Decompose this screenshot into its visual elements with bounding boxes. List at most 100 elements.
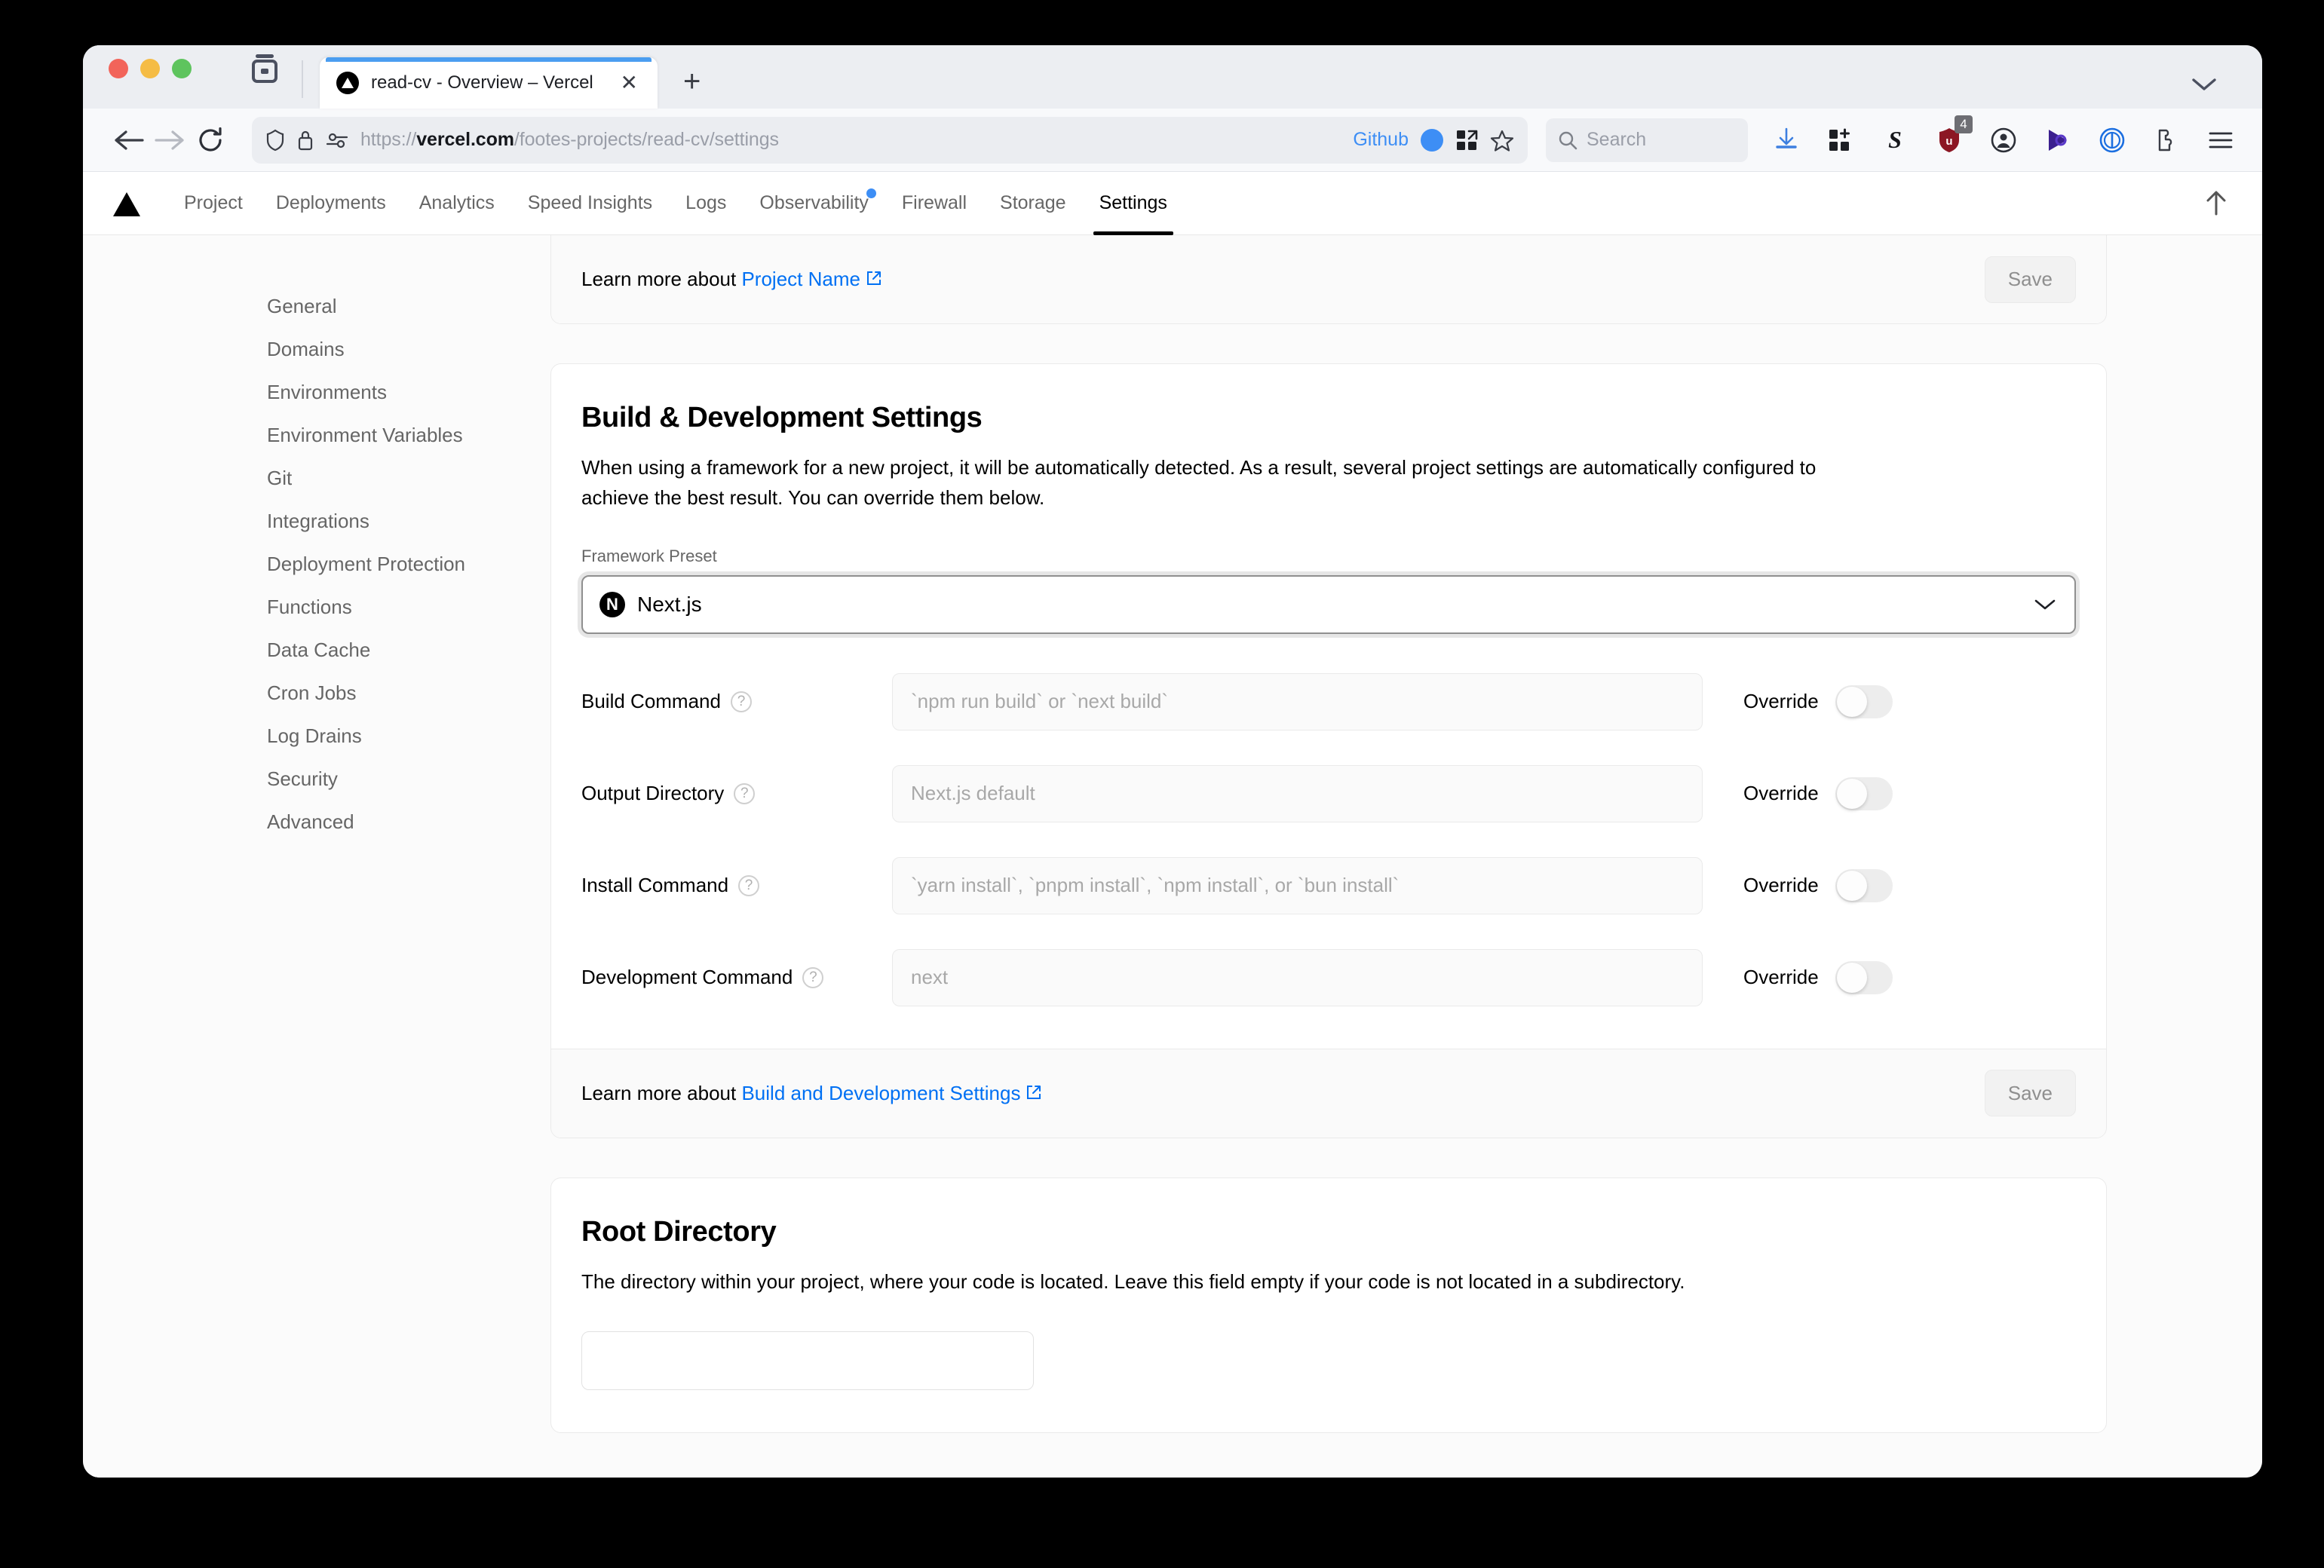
sidebar-item-label: Domains <box>267 338 345 360</box>
nav-item-settings[interactable]: Settings <box>1083 172 1184 235</box>
development-command-label-text: Development Command <box>581 966 793 989</box>
vercel-logo-icon[interactable] <box>113 191 140 216</box>
nav-item-deployments[interactable]: Deployments <box>259 172 403 235</box>
help-icon[interactable]: ? <box>738 874 760 896</box>
framework-preset-label: Framework Preset <box>581 546 717 565</box>
menu-icon[interactable] <box>2205 124 2237 156</box>
circle-icon[interactable] <box>2096 124 2128 156</box>
output-directory-override-toggle[interactable] <box>1835 776 1893 810</box>
sidebar-item-label: Deployment Protection <box>267 553 466 575</box>
sidebar-item-environment-variables[interactable]: Environment Variables <box>83 414 550 457</box>
sidebar-item-label: Integrations <box>267 510 369 532</box>
nav-item-observability[interactable]: Observability <box>743 172 885 235</box>
svg-text:u: u <box>1945 135 1952 148</box>
sidebar-item-label: Functions <box>267 596 352 618</box>
lock-icon[interactable] <box>297 129 314 152</box>
framework-preset-select[interactable]: N Next.js <box>581 574 2076 634</box>
puzzle-icon[interactable] <box>2151 124 2182 156</box>
sidebar-item-git[interactable]: Git <box>83 457 550 500</box>
extensions-grid-icon[interactable] <box>1825 124 1856 156</box>
sidebar-item-advanced[interactable]: Advanced <box>83 801 550 844</box>
build-command-input[interactable]: `npm run build` or `next build` <box>892 672 1703 730</box>
nav-item-project[interactable]: Project <box>167 172 259 235</box>
shield-tracking-icon[interactable] <box>265 129 285 152</box>
chevron-down-icon[interactable] <box>2191 77 2217 92</box>
project-name-doc-link[interactable]: Project Name <box>741 268 860 290</box>
project-name-save-button[interactable]: Save <box>1984 256 2076 303</box>
github-badge-label[interactable]: Github <box>1353 129 1409 151</box>
nav-item-firewall[interactable]: Firewall <box>885 172 983 235</box>
nav-item-label: Settings <box>1099 192 1167 213</box>
install-command-label-text: Install Command <box>581 874 729 897</box>
help-icon[interactable]: ? <box>730 691 752 712</box>
stripe-s-icon[interactable]: S <box>1879 124 1911 156</box>
build-save-button[interactable]: Save <box>1984 1070 2076 1117</box>
nav-item-storage[interactable]: Storage <box>983 172 1083 235</box>
root-directory-card-body: Root Directory The directory within your… <box>551 1178 2106 1432</box>
nav-item-label: Analytics <box>419 192 495 213</box>
output-directory-input[interactable]: Next.js default <box>892 764 1703 822</box>
development-command-input[interactable]: next <box>892 948 1703 1006</box>
vercel-project-nav: Project Deployments Analytics Speed Insight… <box>83 172 2262 235</box>
downloads-icon[interactable] <box>1771 124 1802 156</box>
nav-item-speed-insights[interactable]: Speed Insights <box>511 172 669 235</box>
help-icon[interactable]: ? <box>802 966 824 988</box>
sidebar-toggle-icon <box>250 54 279 84</box>
install-command-override-toggle[interactable] <box>1835 868 1893 902</box>
window-traffic-lights <box>109 45 192 109</box>
sidebar-item-label: Data Cache <box>267 639 371 661</box>
sidebar-item-domains[interactable]: Domains <box>83 328 550 371</box>
close-tab-button[interactable]: ✕ <box>616 69 642 96</box>
scroll-to-top-button[interactable] <box>2196 183 2237 224</box>
vercel-favicon-icon <box>336 72 359 94</box>
sidebar-item-cron-jobs[interactable]: Cron Jobs <box>83 672 550 715</box>
chevron-down-icon[interactable] <box>2034 598 2056 611</box>
github-badge-dot[interactable] <box>1421 128 1443 152</box>
help-icon[interactable]: ? <box>734 782 756 804</box>
build-footer-prefix: Learn more about <box>581 1081 742 1104</box>
tab-title: read-cv - Overview – Vercel <box>371 72 593 93</box>
sidebar-item-log-drains[interactable]: Log Drains <box>83 715 550 758</box>
account-icon[interactable] <box>1988 124 2019 156</box>
stripe-s-letter: S <box>1888 126 1902 153</box>
extension-popout-icon[interactable] <box>1455 129 1478 152</box>
sidebar-item-data-cache[interactable]: Data Cache <box>83 629 550 672</box>
shield-blocker-badge: 4 <box>1955 115 1973 133</box>
build-command-override-toggle[interactable] <box>1835 684 1893 718</box>
sidebar-toggle-button[interactable] <box>250 45 279 109</box>
minimize-window-button[interactable] <box>140 59 160 78</box>
output-directory-override: Override <box>1743 776 1893 810</box>
address-bar[interactable]: https://vercel.com/footes-projects/read-… <box>252 116 1528 164</box>
settings-page-body: General Domains Environments Environment Va… <box>83 235 2262 1478</box>
sidebar-item-deployment-protection[interactable]: Deployment Protection <box>83 543 550 586</box>
nav-item-logs[interactable]: Logs <box>669 172 743 235</box>
sidebar-item-security[interactable]: Security <box>83 758 550 801</box>
sidebar-item-functions[interactable]: Functions <box>83 586 550 629</box>
form-row-output-directory: Output Directory? Next.js default Override <box>581 764 2076 822</box>
sidebar-item-integrations[interactable]: Integrations <box>83 500 550 543</box>
bookmark-star-icon[interactable] <box>1490 129 1514 152</box>
site-settings-icon[interactable] <box>326 131 348 149</box>
build-development-settings-card: Build & Development Settings When using … <box>550 363 2107 1138</box>
output-directory-label: Output Directory? <box>581 782 892 805</box>
sidebar-item-environments[interactable]: Environments <box>83 371 550 414</box>
install-command-input[interactable]: `yarn install`, `pnpm install`, `npm ins… <box>892 856 1703 914</box>
search-input[interactable]: Search <box>1546 118 1748 162</box>
build-doc-link[interactable]: Build and Development Settings <box>741 1082 1020 1104</box>
nav-item-analytics[interactable]: Analytics <box>403 172 511 235</box>
toggle-knob <box>1836 962 1867 993</box>
settings-sidebar: General Domains Environments Environment Va… <box>83 235 550 1478</box>
sidebar-item-general[interactable]: General <box>83 285 550 328</box>
play-icon[interactable] <box>2042 124 2074 156</box>
reload-button[interactable] <box>190 120 231 161</box>
back-button[interactable] <box>109 120 149 161</box>
new-tab-button[interactable]: + <box>677 66 707 96</box>
close-window-button[interactable] <box>109 59 128 78</box>
browser-tab-active[interactable]: read-cv - Overview – Vercel ✕ <box>320 57 658 109</box>
development-command-override-toggle[interactable] <box>1835 960 1893 994</box>
nav-item-label: Firewall <box>901 192 967 213</box>
shield-blocker-icon[interactable]: u 4 <box>1933 115 1973 156</box>
root-directory-input[interactable] <box>581 1331 1034 1390</box>
forward-button[interactable] <box>149 120 190 161</box>
maximize-window-button[interactable] <box>172 59 192 78</box>
